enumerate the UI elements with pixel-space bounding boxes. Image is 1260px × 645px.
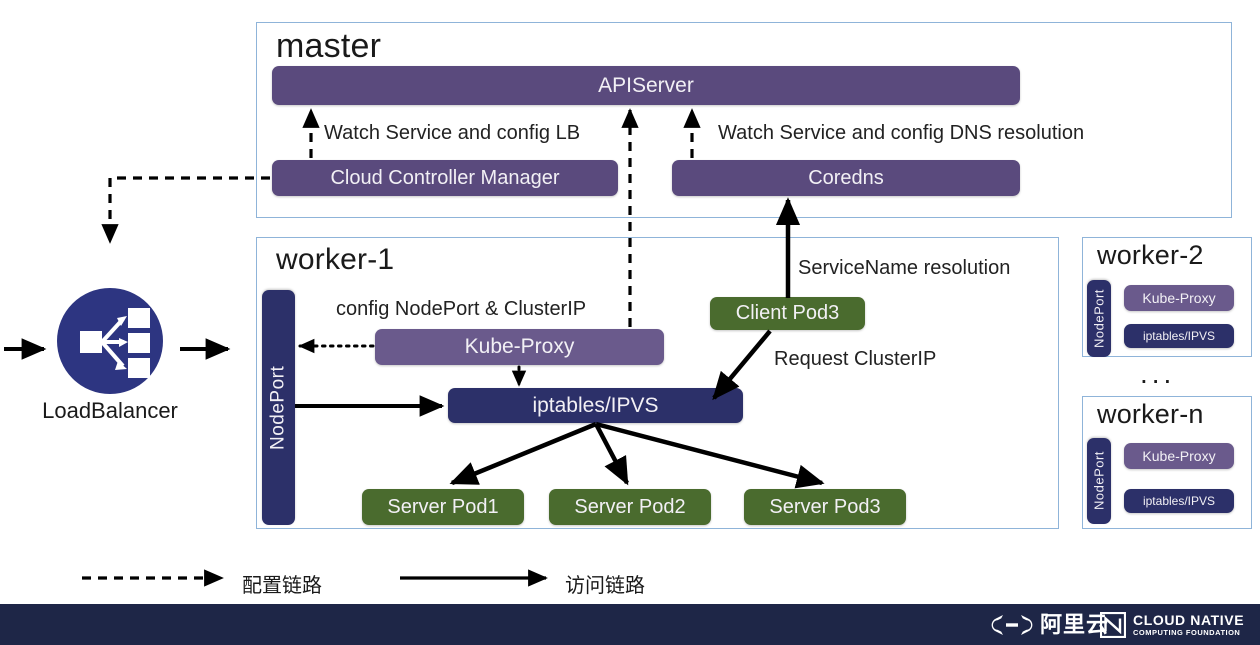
config-nodeport-clusterip-label: config NodePort & ClusterIP <box>336 298 587 320</box>
diagram-canvas: master worker-1 worker-2 worker-n APISer… <box>0 0 1260 645</box>
watch-service-config-dns-label: Watch Service and config DNS resolution <box>718 122 1085 144</box>
server-pod-1-box[interactable]: Server Pod1 <box>362 489 524 525</box>
watch-service-config-lb-label: Watch Service and config LB <box>324 122 581 144</box>
loadbalancer-label: LoadBalancer <box>42 398 178 423</box>
request-clusterip-label: Request ClusterIP <box>774 348 937 370</box>
legend-solid-label: 访问链路 <box>565 575 645 597</box>
worker-2-iptables-ipvs-box[interactable]: iptables/IPVS <box>1124 324 1234 348</box>
footer-bar: 阿里云 CLOUD NATIVE COMPUTING FOUNDATION <box>0 604 1260 645</box>
server-pod-2-box[interactable]: Server Pod2 <box>549 489 711 525</box>
worker-1-nodeport-bar[interactable]: NodePort <box>262 290 295 525</box>
loadbalancer-icon <box>80 308 150 378</box>
worker-n-nodeport-bar[interactable]: NodePort <box>1087 438 1111 524</box>
server-pod-3-box[interactable]: Server Pod3 <box>744 489 906 525</box>
group-title-worker-2: worker-2 <box>1097 240 1204 270</box>
servicename-resolution-label: ServiceName resolution <box>798 257 1011 279</box>
alibaba-cloud-logo: 阿里云 <box>990 604 1109 645</box>
alibaba-cloud-wordmark: 阿里云 <box>1040 611 1110 637</box>
worker-1-kube-proxy-box[interactable]: Kube-Proxy <box>375 329 664 365</box>
worker-n-kube-proxy-box[interactable]: Kube-Proxy <box>1124 443 1234 469</box>
arrow-ccm-to-loadbalancer <box>101 176 270 244</box>
group-title-worker-n: worker-n <box>1097 399 1204 429</box>
apiserver-box[interactable]: APIServer <box>272 66 1020 105</box>
alibaba-cloud-mark-icon <box>991 614 1033 635</box>
cncf-mark-icon <box>1100 611 1126 638</box>
workers-ellipsis: ... <box>1140 358 1176 389</box>
group-box-worker-1 <box>256 237 1059 529</box>
worker-n-iptables-ipvs-box[interactable]: iptables/IPVS <box>1124 489 1234 513</box>
cncf-logo: CLOUD NATIVE COMPUTING FOUNDATION <box>1100 604 1244 645</box>
worker-2-kube-proxy-box[interactable]: Kube-Proxy <box>1124 285 1234 311</box>
worker-1-iptables-ipvs-box[interactable]: iptables/IPVS <box>448 388 743 423</box>
cncf-line-1: CLOUD NATIVE <box>1133 611 1245 628</box>
coredns-box[interactable]: Coredns <box>672 160 1020 196</box>
group-title-worker-1: worker-1 <box>276 243 395 276</box>
legend-dashed-label: 配置链路 <box>242 575 322 597</box>
cloud-controller-manager-box[interactable]: Cloud Controller Manager <box>272 160 618 196</box>
worker-2-nodeport-bar[interactable]: NodePort <box>1087 280 1111 357</box>
client-pod3-box[interactable]: Client Pod3 <box>710 297 865 330</box>
cncf-line-2: COMPUTING FOUNDATION <box>1133 627 1241 637</box>
cncf-wordmark: CLOUD NATIVE COMPUTING FOUNDATION <box>1133 611 1245 637</box>
loadbalancer-circle[interactable] <box>57 288 163 394</box>
group-title-master: master <box>276 27 382 65</box>
